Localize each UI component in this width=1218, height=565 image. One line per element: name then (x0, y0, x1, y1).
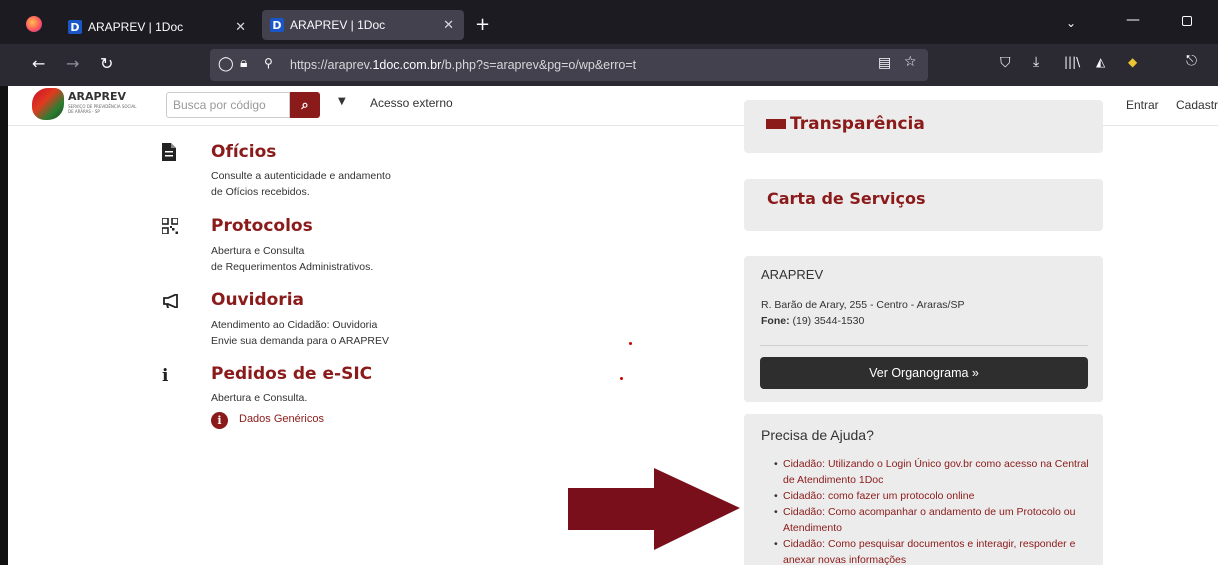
protocolos-title[interactable]: Protocolos (211, 216, 313, 236)
dados-genericos-link[interactable]: Dados Genéricos (239, 413, 324, 425)
info-circle-icon: i (211, 412, 228, 429)
tab-title: ARAPREV | 1Doc (290, 18, 386, 32)
1doc-favicon-icon: D (68, 20, 82, 34)
forward-arrow-icon[interactable]: → (66, 54, 79, 73)
divider (760, 345, 1088, 346)
help-title: Precisa de Ajuda? (761, 427, 874, 443)
library-icon[interactable]: |||\ (1064, 55, 1080, 69)
esic-description: Abertura e Consulta. (211, 392, 308, 404)
pocket-icon[interactable]: ⛉ (1000, 55, 1011, 71)
chevron-down-icon[interactable]: ⌄ (1066, 16, 1076, 30)
entrar-link[interactable]: Entrar (1126, 98, 1159, 112)
ver-organograma-button[interactable]: Ver Organograma » (760, 357, 1088, 389)
annotation-arrow (568, 468, 740, 550)
tab-active[interactable]: D ARAPREV | 1Doc ✕ (262, 10, 464, 40)
info-icon: i (162, 366, 169, 386)
oficios-title[interactable]: Ofícios (211, 142, 276, 162)
oficios-description: Consulte a autenticidade e andamento de O… (211, 170, 391, 198)
url-text[interactable]: https://araprev.1doc.com.br/b.php?s=arap… (290, 58, 636, 72)
extension-icon[interactable]: ◆ (1128, 55, 1137, 69)
phone: Fone: (19) 3544-1530 (761, 315, 865, 327)
caret-down-icon[interactable]: ▼ (338, 96, 346, 107)
help-link[interactable]: Cidadão: Como acompanhar o andamento de … (774, 504, 1096, 536)
help-list: Cidadão: Utilizando o Login Único gov.br… (774, 456, 1096, 565)
back-arrow-icon[interactable]: ← (32, 54, 45, 73)
extension-icon[interactable]: ◭ (1096, 55, 1105, 69)
1doc-favicon-icon: D (270, 18, 284, 32)
ouvidoria-title[interactable]: Ouvidoria (211, 290, 304, 310)
close-icon[interactable]: ✕ (443, 17, 454, 33)
restore-icon[interactable] (1182, 16, 1192, 26)
help-link[interactable]: Cidadão: Como pesquisar documentos e int… (774, 536, 1096, 565)
transparencia-title[interactable]: Transparência (790, 114, 925, 134)
browser-tab-bar: D ARAPREV | 1Doc ✕ D ARAPREV | 1Doc ✕ + … (0, 0, 1218, 44)
bookmark-star-icon[interactable]: ☆ (904, 54, 917, 70)
red-dot (620, 377, 623, 380)
carta-de-servicos-link[interactable]: Carta de Serviços (767, 189, 926, 208)
search-input[interactable]: Busca por código (166, 92, 290, 118)
tab-inactive[interactable]: D ARAPREV | 1Doc ✕ (60, 10, 256, 44)
page-left-edge (0, 86, 8, 565)
share-icon[interactable]: ⎋ (1186, 53, 1197, 69)
firefox-icon[interactable] (26, 16, 42, 32)
address: R. Barão de Arary, 255 - Centro - Araras… (761, 299, 965, 311)
protocolos-description: Abertura e Consulta de Requerimentos Admi… (211, 245, 374, 273)
document-icon (162, 143, 176, 166)
help-link[interactable]: Cidadão: Utilizando o Login Único gov.br… (774, 456, 1096, 488)
ouvidoria-description: Atendimento ao Cidadão: Ouvidoria Envie s… (211, 319, 390, 347)
plus-icon[interactable]: + (475, 14, 490, 35)
araprev-logo-icon[interactable] (32, 88, 64, 120)
red-dot (629, 342, 632, 345)
megaphone-icon (162, 292, 180, 313)
esic-title[interactable]: Pedidos de e-SIC (211, 364, 372, 384)
help-link[interactable]: Cidadão: como fazer um protocolo online (774, 488, 1096, 504)
search-button[interactable]: ⌕ (290, 92, 320, 118)
permissions-icon[interactable]: ⚲ (264, 56, 273, 70)
cadastro-link[interactable]: Cadastro (1176, 98, 1218, 112)
download-icon[interactable]: ⤓ (1033, 54, 1039, 70)
lock-icon[interactable]: 🔒︎ (240, 55, 247, 71)
reload-icon[interactable]: ↻ (100, 54, 113, 73)
minimize-icon[interactable]: — (1126, 12, 1140, 28)
logo-subtitle: SERVIÇO DE PREVIDÊNCIA SOCIAL DE ARARAS … (68, 104, 137, 114)
shield-icon[interactable]: ◯ (218, 56, 234, 72)
logo-text[interactable]: ARAPREV (68, 90, 126, 103)
search-icon: ⌕ (301, 97, 309, 113)
acesso-externo-link[interactable]: Acesso externo (370, 96, 453, 110)
org-name: ARAPREV (761, 267, 824, 282)
reader-view-icon[interactable]: ▤ (878, 55, 891, 71)
transparencia-icon (766, 119, 786, 129)
tab-title: ARAPREV | 1Doc (88, 20, 184, 34)
close-icon[interactable]: ✕ (235, 19, 246, 35)
qrcode-icon (161, 217, 179, 239)
